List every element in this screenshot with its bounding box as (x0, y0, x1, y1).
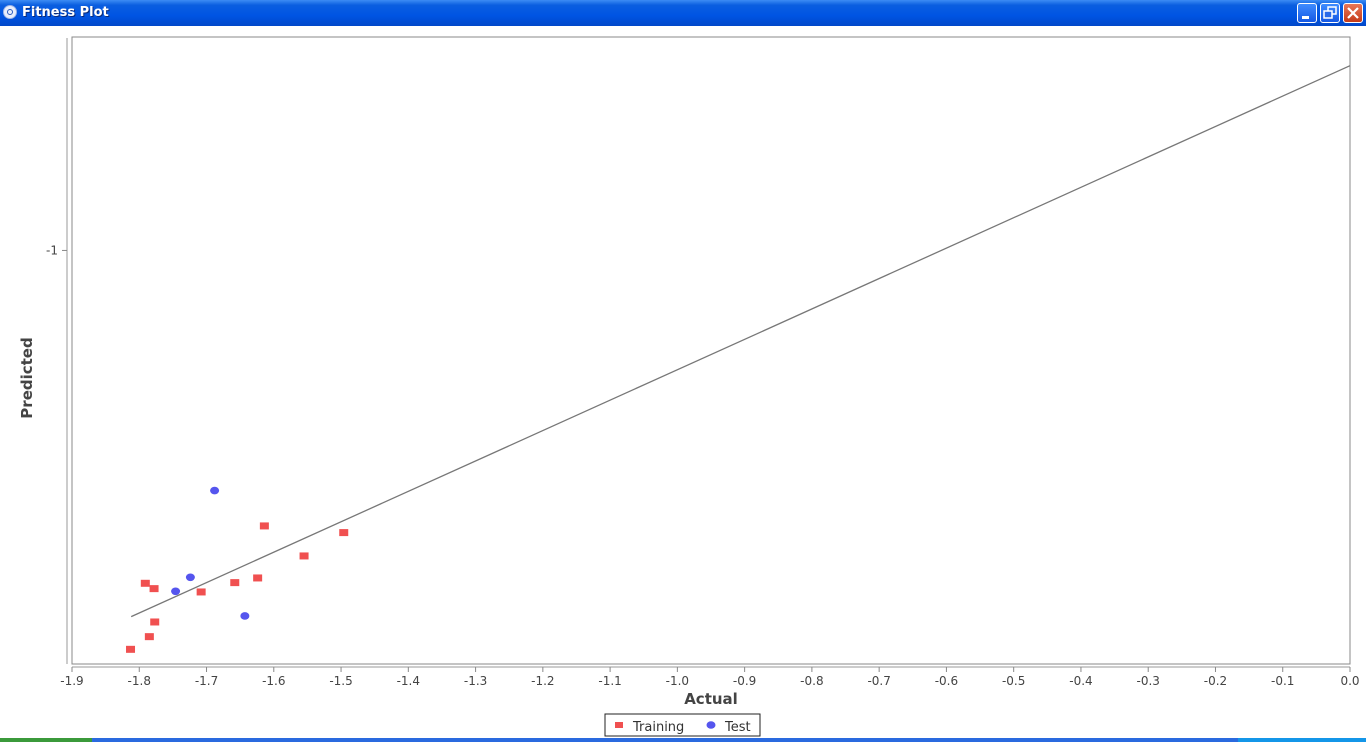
training-point (144, 633, 154, 641)
legend-training-marker (615, 722, 623, 728)
fitness-scatter-chart: -1.9 -1.8 -1.7 -1.6 -1.5 -1.4 -1.3 -1.2 -1.1 -1.0… (18, 36, 1360, 737)
plot-area (71, 36, 1351, 665)
x-tick-label: -0.5 (1002, 674, 1025, 688)
y-tick-label: -1 (46, 243, 58, 257)
x-tick-label: -1.3 (464, 674, 487, 688)
test-point (185, 573, 195, 582)
x-tick-label: -0.3 (1136, 674, 1159, 688)
close-button[interactable] (1343, 3, 1363, 23)
x-tick-label: -1.8 (128, 674, 151, 688)
test-point (210, 486, 220, 495)
x-tick-label: -1.2 (531, 674, 554, 688)
app-icon (3, 5, 17, 19)
minimize-icon (1302, 16, 1309, 19)
restore-button[interactable] (1320, 3, 1340, 23)
x-tick-label: -0.4 (1069, 674, 1092, 688)
training-point (259, 522, 269, 530)
x-axis-title: Actual (684, 690, 738, 708)
x-tick-label: -0.8 (800, 674, 823, 688)
test-point (240, 612, 250, 620)
training-point (150, 618, 160, 626)
training-point (149, 585, 159, 593)
minimize-button[interactable] (1297, 3, 1317, 23)
x-tick-label: -0.6 (935, 674, 958, 688)
legend-test-label: Test (724, 720, 751, 735)
training-point (126, 645, 136, 653)
x-tick-label: -0.7 (867, 674, 890, 688)
window-title: Fitness Plot (22, 5, 109, 20)
system-tray (1238, 738, 1366, 742)
x-tick-label: -1.5 (329, 674, 352, 688)
taskbar (0, 738, 1366, 742)
legend-training-label: Training (632, 720, 684, 735)
x-tick-label: -0.2 (1204, 674, 1227, 688)
training-point (140, 579, 150, 587)
x-tick-label: -1.1 (598, 674, 621, 688)
x-tick-label: -0.1 (1271, 674, 1294, 688)
title-bar[interactable]: Fitness Plot (0, 0, 1366, 26)
legend-test-marker (706, 721, 716, 729)
training-point (196, 588, 206, 596)
x-tick-label: 0.0 (1340, 674, 1359, 688)
training-point (299, 552, 309, 560)
restore-icon (1323, 6, 1337, 19)
legend: Training Test (604, 713, 761, 737)
training-point (339, 529, 349, 537)
x-axis-ticks: -1.9 -1.8 -1.7 -1.6 -1.5 -1.4 -1.3 -1.2 -1.1 -1.0… (60, 667, 1360, 688)
x-tick-label: -1.6 (262, 674, 285, 688)
x-tick-label: -1.7 (195, 674, 218, 688)
test-point (171, 587, 181, 596)
training-point (253, 574, 263, 582)
training-point (230, 579, 240, 587)
close-icon (1347, 7, 1359, 19)
start-button[interactable] (0, 738, 92, 742)
x-tick-label: -1.4 (397, 674, 420, 688)
x-tick-label: -1.9 (60, 674, 83, 688)
x-tick-label: -0.9 (733, 674, 756, 688)
y-axis-ticks: -1 (46, 243, 67, 257)
y-axis-title: Predicted (18, 337, 36, 418)
x-tick-label: -1.0 (666, 674, 689, 688)
